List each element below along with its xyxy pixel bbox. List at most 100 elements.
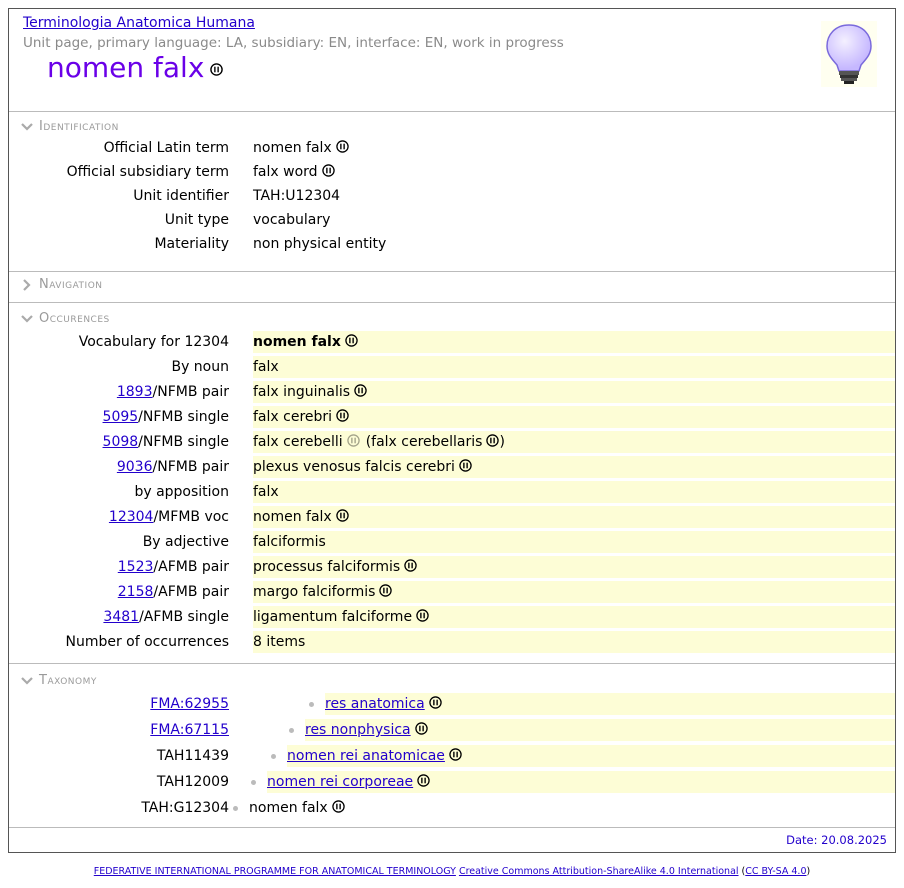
unit-number-link[interactable]: 12304 (109, 509, 154, 525)
latin-info-icon[interactable] (428, 696, 442, 709)
row-value-text: 8 items (253, 634, 306, 650)
page-frame: Terminologia Anatomica Humana Unit page,… (8, 8, 896, 853)
row-value: falciformis (253, 531, 895, 553)
identification-row: Materiality non physical entity (9, 233, 895, 255)
taxonomy-id: TAH11439 (156, 748, 229, 764)
row-value-text: processus falciformis (253, 559, 401, 575)
page-title: nomen falx (47, 51, 224, 84)
occurrence-row: By noun falx (9, 356, 895, 378)
occurrence-row: 3481/AFMB single ligamentum falciforme (9, 606, 895, 628)
row-value: TAH:U12304 (253, 185, 895, 207)
fma-link[interactable]: FMA:67115 (150, 722, 229, 738)
unit-number-link[interactable]: 5098 (103, 434, 139, 450)
latin-info-icon[interactable] (416, 609, 429, 622)
row-label-text: /MFMB voc (153, 509, 229, 525)
row-value: falx word (253, 161, 895, 183)
row-value-text: falx cerebelli (253, 434, 343, 450)
taxonomy-term: nomen rei anatomicae (287, 745, 895, 767)
latin-info-icon[interactable] (210, 62, 224, 76)
row-label: Official subsidiary term (66, 164, 229, 180)
row-label-text: /AFMB pair (153, 559, 229, 575)
row-label-text: /NFMB pair (152, 459, 230, 475)
row-value-text: nomen falx (253, 334, 341, 350)
row-value: processus falciformis (253, 556, 895, 578)
row-value-text: falciformis (253, 534, 326, 550)
unit-number-link[interactable]: 5095 (103, 409, 139, 425)
latin-info-icon[interactable] (449, 748, 462, 761)
occurrence-row: 5098/NFMB single falx cerebelli (falx cere… (9, 431, 895, 453)
identification-row: Unit identifier TAH:U12304 (9, 185, 895, 207)
footer-programme-link[interactable]: FEDERATIVE INTERNATIONAL PROGRAMME FOR A… (94, 866, 456, 877)
taxonomy-term-link[interactable]: nomen rei corporeae (267, 774, 413, 790)
occurrence-row: 2158/AFMB pair margo falciformis (9, 581, 895, 603)
taxonomy-row: FMA:62955 res anatomica (9, 693, 895, 715)
row-value: falx (253, 356, 895, 378)
site-title-link[interactable]: Terminologia Anatomica Humana (23, 15, 255, 31)
taxonomy-id[interactable]: FMA:62955 (150, 693, 229, 715)
latin-info-icon[interactable] (414, 722, 428, 735)
row-value: nomen falx (253, 506, 895, 528)
latin-info-icon[interactable] (335, 509, 349, 522)
footer-license-link[interactable]: Creative Commons Attribution-ShareAlike … (459, 866, 739, 877)
taxonomy-row: TAH12009 nomen rei corporeae (9, 771, 895, 793)
row-value: nomen falx (253, 331, 895, 353)
taxonomy-term-link[interactable]: nomen rei anatomicae (287, 748, 445, 764)
row-value-text: nomen falx (253, 140, 332, 156)
latin-info-icon[interactable] (354, 384, 367, 397)
latin-info-icon[interactable] (417, 774, 430, 787)
occurrence-row: 12304/MFMB voc nomen falx (9, 506, 895, 528)
chevron-right-icon (23, 278, 31, 291)
row-value-text: nomen falx (253, 509, 332, 525)
row-label: Materiality (154, 236, 229, 252)
row-value-text: non physical entity (253, 236, 387, 252)
row-value: falx cerebelli (falx cerebellaris) (253, 431, 895, 453)
taxonomy-term-link[interactable]: res nonphysica (305, 722, 411, 738)
alternate-term: (falx cerebellaris (365, 434, 483, 450)
chevron-down-icon (21, 314, 33, 323)
latin-info-icon[interactable] (379, 584, 393, 597)
occurrences-heading-text: Occurences (39, 311, 110, 326)
taxonomy-row: FMA:67115 res nonphysica (9, 719, 895, 741)
alternate-term-close: ) (499, 434, 505, 450)
taxonomy-heading[interactable]: Taxonomy (21, 673, 97, 688)
row-label-text: /AFMB single (139, 609, 229, 625)
latin-info-icon[interactable] (486, 434, 500, 447)
unit-number-link[interactable]: 2158 (118, 584, 154, 600)
row-label-text: /NFMB single (138, 409, 229, 425)
latin-info-icon[interactable] (459, 459, 472, 472)
latin-info-icon[interactable] (404, 559, 417, 572)
bullet-icon (289, 728, 294, 733)
bullet-icon (271, 754, 276, 759)
row-label-text: by apposition (134, 484, 229, 500)
row-value-text: falx word (253, 164, 318, 180)
lightbulb-icon[interactable] (821, 21, 877, 87)
latin-info-icon[interactable] (321, 164, 335, 177)
row-label: 5095/NFMB single (103, 406, 229, 428)
occurrences-heading[interactable]: Occurences (21, 311, 110, 326)
fma-link[interactable]: FMA:62955 (150, 696, 229, 712)
footer-license-short-link[interactable]: CC BY-SA 4.0 (745, 866, 806, 877)
latin-info-icon[interactable] (335, 140, 349, 153)
unit-number-link[interactable]: 3481 (103, 609, 139, 625)
unit-number-link[interactable]: 1893 (117, 384, 153, 400)
row-value-text: TAH:U12304 (253, 188, 341, 204)
occurrence-row: by apposition falx (9, 481, 895, 503)
unit-number-link[interactable]: 1523 (118, 559, 154, 575)
unit-number-link[interactable]: 9036 (117, 459, 153, 475)
latin-info-icon[interactable] (336, 409, 349, 422)
taxonomy-id[interactable]: FMA:67115 (150, 719, 229, 741)
latin-info-icon[interactable] (346, 434, 360, 447)
page-title-text: nomen falx (47, 51, 205, 84)
row-label: 12304/MFMB voc (109, 506, 229, 528)
row-value: 8 items (253, 631, 895, 653)
occurrence-row: 1893/NFMB pair falx inguinalis (9, 381, 895, 403)
navigation-heading[interactable]: Navigation (21, 277, 103, 292)
identification-heading[interactable]: Identification (21, 119, 119, 134)
occurrence-row: 1523/AFMB pair processus falciformis (9, 556, 895, 578)
taxonomy-term-link[interactable]: res anatomica (325, 696, 425, 712)
latin-info-icon[interactable] (345, 334, 358, 347)
row-label: By adjective (143, 531, 229, 553)
latin-info-icon[interactable] (331, 800, 345, 813)
taxonomy-term-text: nomen falx (249, 800, 328, 816)
bullet-icon (251, 780, 256, 785)
